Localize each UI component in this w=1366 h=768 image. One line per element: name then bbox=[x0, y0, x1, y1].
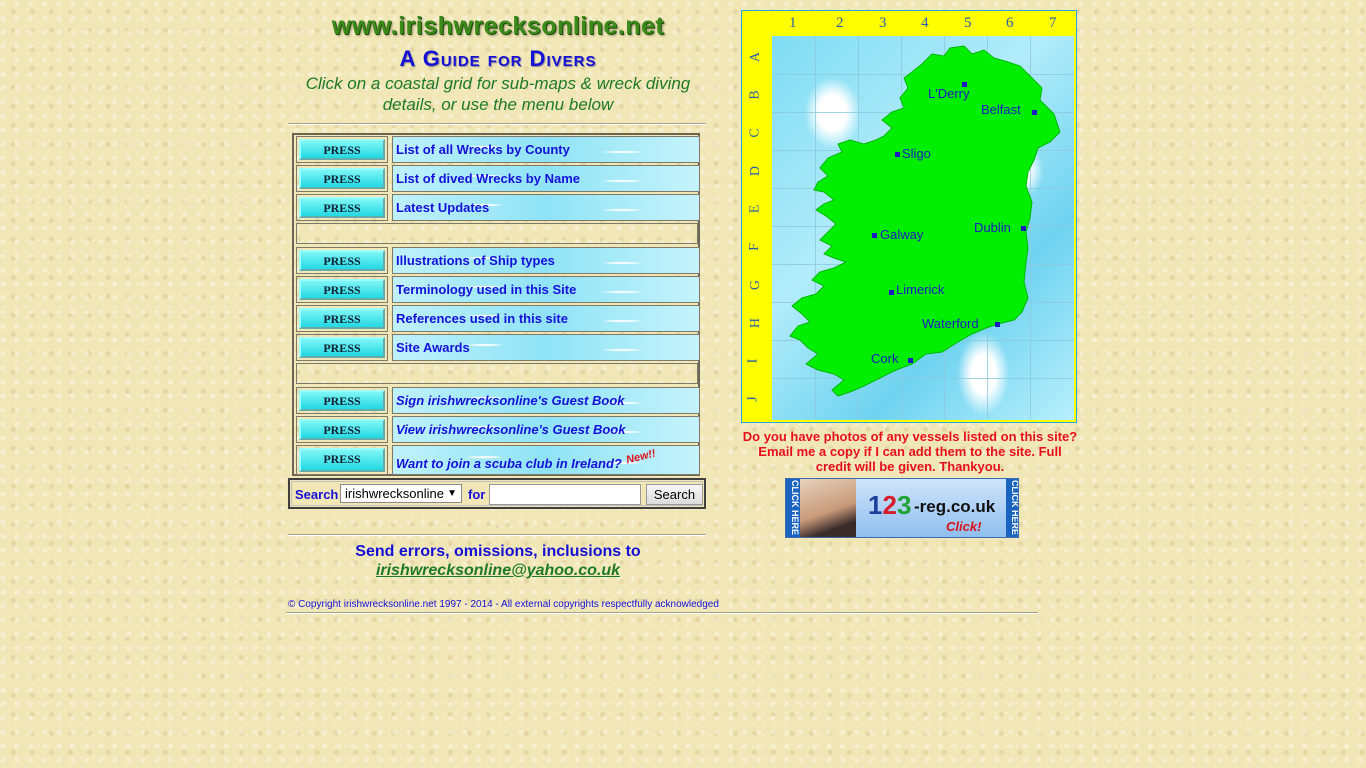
city-label: Cork bbox=[871, 351, 899, 366]
menu-table: PRESS List of all Wrecks by County PRESS… bbox=[292, 133, 700, 476]
ad-photo bbox=[800, 479, 856, 537]
press-button[interactable]: PRESS bbox=[299, 448, 385, 472]
menu-spacer-row bbox=[296, 363, 698, 384]
ad-domain: -reg.co.uk bbox=[914, 497, 996, 516]
map-column-label: 1 bbox=[789, 15, 797, 31]
menu-link-references[interactable]: References used in this site bbox=[392, 305, 700, 332]
menu-row-wrecks-by-name: PRESS List of dived Wrecks by Name bbox=[296, 165, 700, 192]
map-column-label: 5 bbox=[964, 15, 972, 31]
menu-row-site-awards: PRESS Site Awards bbox=[296, 334, 700, 361]
menu-link-view-guestbook[interactable]: View irishwrecksonline's Guest Book bbox=[392, 416, 700, 443]
menu-link-wrecks-by-name[interactable]: List of dived Wrecks by Name bbox=[392, 165, 700, 192]
copyright-text: © Copyright irishwrecksonline.net 1997 -… bbox=[288, 599, 719, 610]
spacer-dot: ◦ bbox=[496, 522, 499, 531]
menu-link-sign-guestbook[interactable]: Sign irishwrecksonline's Guest Book bbox=[392, 387, 700, 414]
press-button[interactable]: PRESS bbox=[299, 279, 385, 300]
city-label: Limerick bbox=[896, 282, 945, 297]
search-button[interactable]: Search bbox=[646, 484, 703, 505]
menu-link-ship-types[interactable]: Illustrations of Ship types bbox=[392, 247, 700, 274]
map-row-label: D bbox=[748, 165, 764, 177]
city-marker bbox=[895, 152, 900, 157]
menu-row-ship-types: PRESS Illustrations of Ship types bbox=[296, 247, 700, 274]
map-row-label: H bbox=[748, 317, 764, 329]
press-button[interactable]: PRESS bbox=[299, 337, 385, 358]
map-row-label: A bbox=[748, 51, 764, 63]
ad-logo-digit: 2 bbox=[882, 490, 897, 520]
press-button[interactable]: PRESS bbox=[299, 390, 385, 411]
ad-banner-123-reg[interactable]: CLICK HERE 123 -reg.co.uk Click! CLICK H… bbox=[785, 478, 1019, 538]
map-column-label: 7 bbox=[1049, 15, 1057, 31]
menu-row-scuba-club: PRESS Want to join a scuba club in Irela… bbox=[296, 445, 700, 475]
search-bar: Search irishwrecksonline ▼ for Search bbox=[288, 478, 706, 509]
email-link[interactable]: irishwrecksonline@yahoo.co.uk bbox=[288, 562, 708, 580]
press-button[interactable]: PRESS bbox=[299, 250, 385, 271]
city-label: L'Derry bbox=[928, 86, 970, 101]
map-row-label: J bbox=[745, 396, 761, 402]
map-column-label: 4 bbox=[921, 15, 929, 31]
search-input[interactable] bbox=[489, 484, 641, 505]
map-row-label: B bbox=[747, 90, 763, 100]
city-label: Belfast bbox=[981, 102, 1021, 117]
bottom-divider bbox=[286, 612, 1038, 614]
city-label: Sligo bbox=[902, 146, 931, 161]
city-label: Waterford bbox=[922, 316, 979, 331]
menu-link-site-awards[interactable]: Site Awards bbox=[392, 334, 700, 361]
press-button[interactable]: PRESS bbox=[299, 197, 385, 218]
city-label: Dublin bbox=[974, 220, 1011, 235]
scuba-club-label: Want to join a scuba club in Ireland? bbox=[396, 456, 622, 471]
menu-row-references: PRESS References used in this site bbox=[296, 305, 700, 332]
ad-logo: 123 bbox=[868, 490, 911, 521]
search-scope-value: irishwrecksonline bbox=[345, 486, 444, 501]
send-errors-text: Send errors, omissions, inclusions to bbox=[355, 543, 641, 560]
search-scope-select[interactable]: irishwrecksonline ▼ bbox=[340, 484, 462, 503]
header-divider bbox=[288, 123, 706, 125]
ad-logo-digit: 3 bbox=[896, 490, 912, 520]
menu-row-terminology: PRESS Terminology used in this Site bbox=[296, 276, 700, 303]
city-marker bbox=[889, 290, 894, 295]
city-label: Galway bbox=[880, 227, 924, 242]
map-row-label: C bbox=[747, 128, 763, 138]
menu-row-latest-updates: PRESS Latest Updates bbox=[296, 194, 700, 221]
press-button[interactable]: PRESS bbox=[299, 139, 385, 160]
footer-divider bbox=[288, 534, 706, 536]
menu-row-sign-guestbook: PRESS Sign irishwrecksonline's Guest Boo… bbox=[296, 387, 700, 414]
ad-click-here-left: CLICK HERE bbox=[786, 479, 800, 537]
press-button[interactable]: PRESS bbox=[299, 168, 385, 189]
ad-click-text: Click! bbox=[946, 519, 982, 534]
city-marker bbox=[1021, 226, 1026, 231]
city-marker bbox=[872, 233, 877, 238]
page-subtitle: Click on a coastal grid for sub-maps & w… bbox=[305, 74, 691, 114]
menu-link-wrecks-by-county[interactable]: List of all Wrecks by County bbox=[392, 136, 700, 163]
city-marker bbox=[908, 358, 913, 363]
ireland-grid-map[interactable]: 1 2 3 4 5 6 7 A B C D E F G H I J L'Derr… bbox=[741, 10, 1077, 423]
map-column-label: 3 bbox=[879, 15, 887, 31]
for-label: for bbox=[468, 487, 486, 502]
ad-logo-digit: 1 bbox=[868, 490, 883, 520]
ad-click-here-right: CLICK HERE bbox=[1006, 479, 1018, 537]
press-button[interactable]: PRESS bbox=[299, 308, 385, 329]
city-marker bbox=[1032, 110, 1037, 115]
map-row-label: I bbox=[745, 358, 761, 364]
city-marker bbox=[995, 322, 1000, 327]
site-url-logo: www.irishwrecksonline.net bbox=[331, 12, 665, 40]
menu-link-terminology[interactable]: Terminology used in this Site bbox=[392, 276, 700, 303]
ad-main-panel: 123 -reg.co.uk Click! bbox=[856, 479, 1006, 537]
map-sea-area[interactable]: L'Derry Belfast Sligo Galway Dublin Lime… bbox=[772, 36, 1074, 420]
search-label: Search bbox=[295, 487, 339, 502]
press-button[interactable]: PRESS bbox=[299, 419, 385, 440]
chevron-down-icon: ▼ bbox=[447, 488, 457, 499]
menu-row-wrecks-by-county: PRESS List of all Wrecks by County bbox=[296, 136, 700, 163]
map-row-label: E bbox=[747, 204, 763, 214]
photos-notice: Do you have photos of any vessels listed… bbox=[742, 429, 1078, 474]
map-row-label: G bbox=[748, 279, 764, 291]
map-row-label: F bbox=[746, 243, 762, 251]
menu-link-scuba-club[interactable]: Want to join a scuba club in Ireland? New… bbox=[392, 445, 700, 475]
menu-link-latest-updates[interactable]: Latest Updates bbox=[392, 194, 700, 221]
map-column-label: 6 bbox=[1006, 15, 1014, 31]
page-title: A Guide for Divers bbox=[399, 46, 597, 71]
map-column-label: 2 bbox=[836, 15, 844, 31]
menu-spacer-row bbox=[296, 223, 698, 244]
